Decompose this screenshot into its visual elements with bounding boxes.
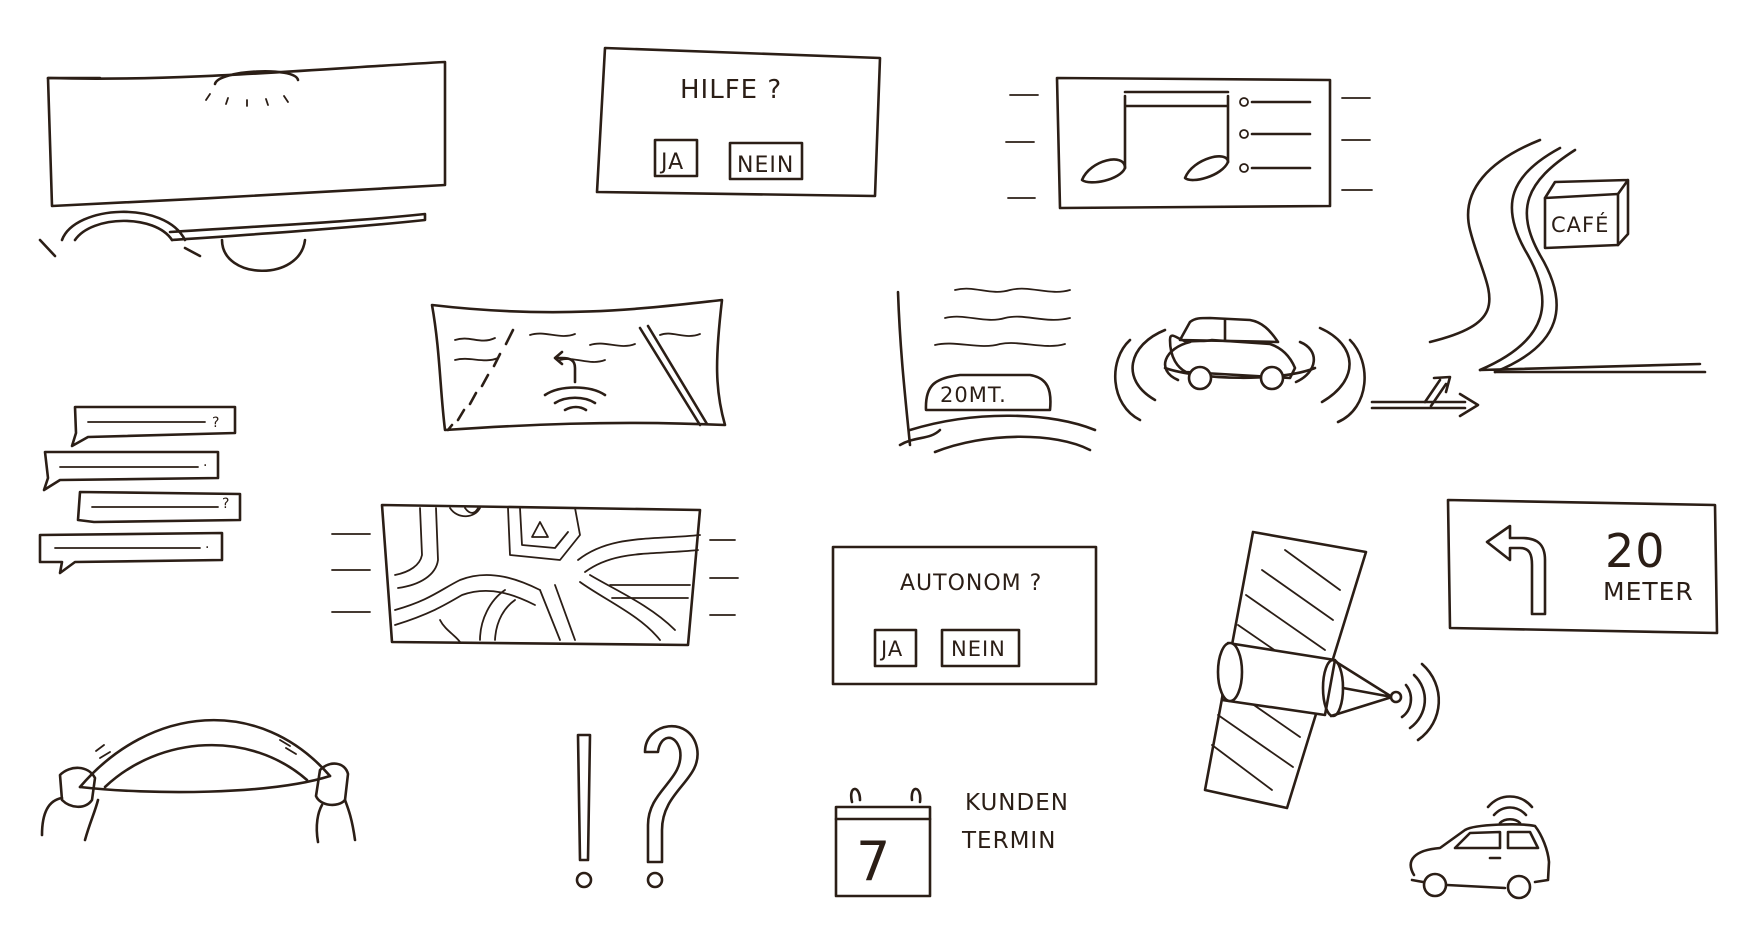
satellite-sketch (1203, 530, 1441, 810)
calendar-day: 7 (856, 830, 891, 893)
help-question: HILFE ? (680, 75, 782, 105)
sketch-canvas: HILFE ? JA NEIN CAFÉ 20MT. ? · ? · AUTON… (38, 46, 1719, 900)
chat-mark-4: · (205, 540, 209, 556)
turn-distance-number: 20 (1605, 524, 1666, 578)
help-no-label: NEIN (737, 153, 794, 178)
hud-distance-label: 20MT. (940, 383, 1007, 407)
help-yes-label: JA (659, 150, 684, 175)
dashboard-display-sketch (38, 60, 447, 272)
autonomous-yes-label: JA (879, 637, 903, 661)
car-radar-sketch (1113, 316, 1366, 424)
calendar-appointment-sketch: 7 KUNDEN TERMIN (834, 787, 1069, 898)
connected-car-sketch (1409, 795, 1551, 900)
turn-sign-sketch: 20 METER (1446, 498, 1719, 635)
chat-bubbles-sketch: ? · ? · (38, 405, 242, 575)
help-dialog-sketch: HILFE ? JA NEIN (595, 46, 882, 198)
windshield-navigation-sketch (430, 298, 727, 432)
steering-wheel-sketch (40, 718, 357, 844)
exclaim-question-sketch (575, 724, 699, 889)
music-screen-sketch (1005, 76, 1373, 210)
calendar-label-line1: KUNDEN (965, 790, 1069, 816)
chat-mark-3: ? (222, 496, 229, 512)
chat-mark-2: · (203, 458, 207, 474)
turn-distance-unit: METER (1603, 577, 1694, 606)
cafe-label: CAFÉ (1551, 212, 1609, 237)
autonomous-dialog-sketch: AUTONOM ? JA NEIN (831, 545, 1098, 686)
hud-distance-sketch: 20MT. (896, 287, 1097, 454)
map-sketch (331, 503, 739, 647)
calendar-label-line2: TERMIN (961, 828, 1056, 854)
autonomous-question: AUTONOM ? (900, 571, 1042, 596)
autonomous-no-label: NEIN (951, 637, 1006, 661)
road-cafe-sketch: CAFÉ (1370, 138, 1707, 418)
chat-mark-1: ? (212, 415, 219, 431)
